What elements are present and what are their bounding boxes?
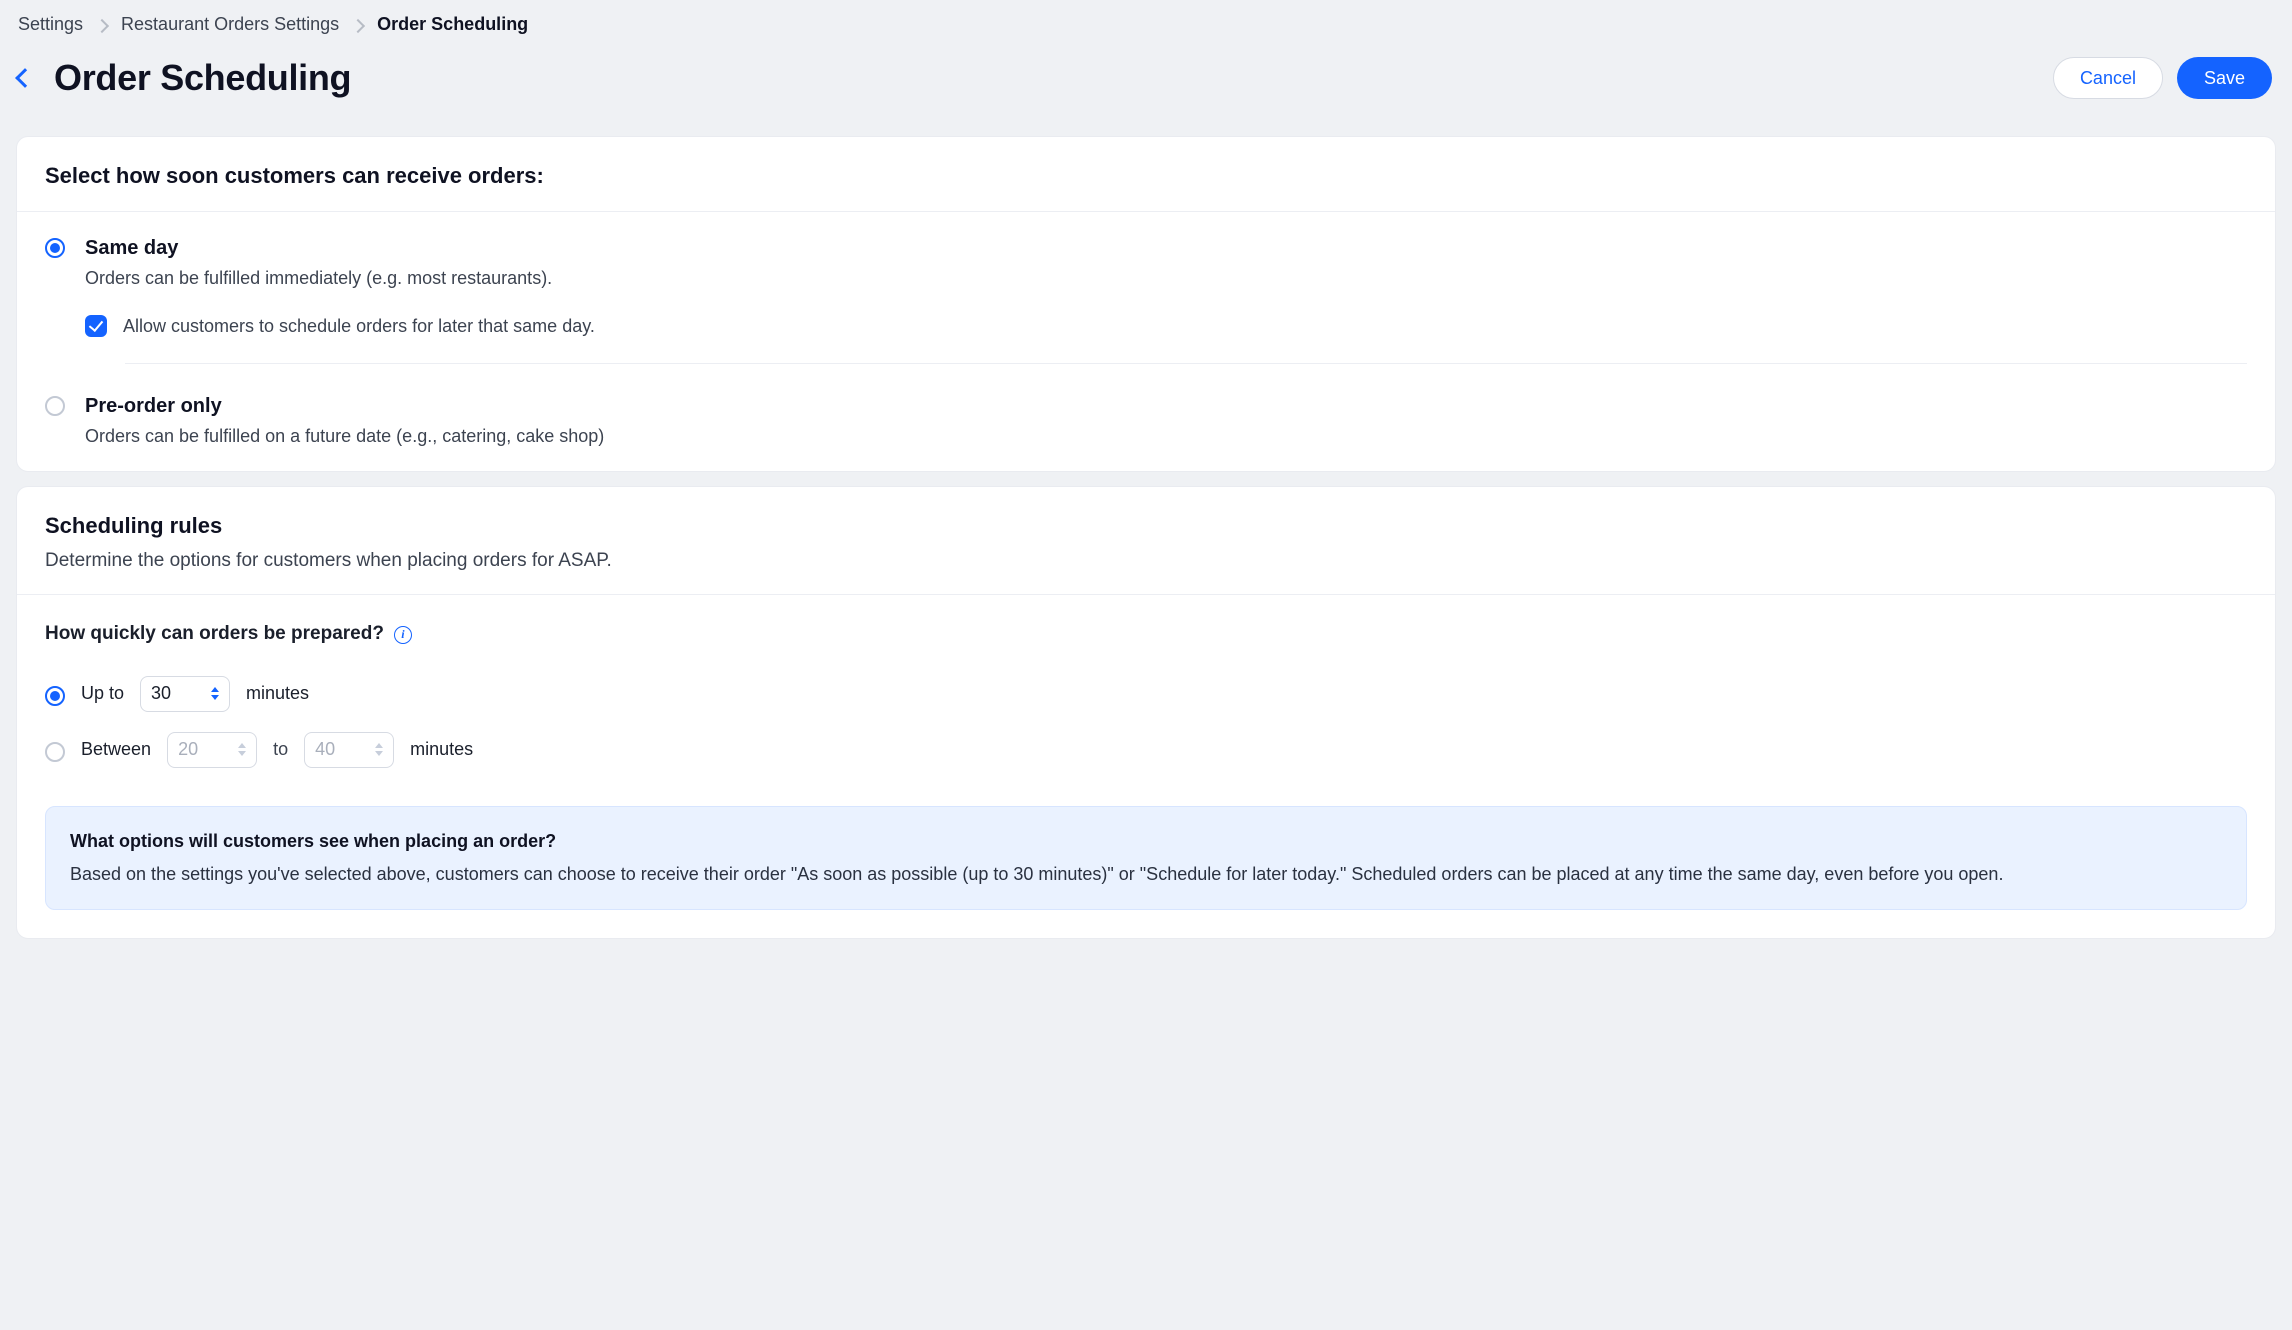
- divider: [125, 363, 2247, 364]
- label-between-prefix: Between: [81, 737, 151, 762]
- stepper-arrows-icon[interactable]: [238, 743, 246, 756]
- stepper-value: 20: [178, 737, 198, 762]
- callout-body: Based on the settings you've selected ab…: [70, 862, 2222, 887]
- option-desc: Orders can be fulfilled on a future date…: [85, 424, 2247, 449]
- radio-pre-order[interactable]: [45, 396, 65, 416]
- option-between[interactable]: Between 20 to 40 minutes: [45, 722, 2247, 778]
- stepper-between-from[interactable]: 20: [167, 732, 257, 768]
- stepper-arrows-icon[interactable]: [375, 743, 383, 756]
- option-pre-order[interactable]: Pre-order only Orders can be fulfilled o…: [17, 386, 2275, 471]
- stepper-value: 40: [315, 737, 335, 762]
- card-subtitle: Determine the options for customers when…: [45, 548, 2247, 575]
- option-up-to[interactable]: Up to 30 minutes: [45, 666, 2247, 722]
- checkbox-allow-later[interactable]: [85, 315, 107, 337]
- card-scheduling-rules: Scheduling rules Determine the options f…: [16, 486, 2276, 939]
- chevron-right-icon: [95, 19, 109, 33]
- option-same-day[interactable]: Same day Orders can be fulfilled immedia…: [17, 212, 2275, 385]
- cancel-button[interactable]: Cancel: [2053, 57, 2163, 99]
- label-up-to-suffix: minutes: [246, 681, 309, 706]
- checkbox-allow-later-label: Allow customers to schedule orders for l…: [123, 314, 595, 339]
- breadcrumb: Settings Restaurant Orders Settings Orde…: [8, 0, 2284, 51]
- page-title: Order Scheduling: [54, 53, 351, 103]
- radio-same-day[interactable]: [45, 238, 65, 258]
- save-button[interactable]: Save: [2177, 57, 2272, 99]
- callout-customer-options: What options will customers see when pla…: [45, 806, 2247, 910]
- stepper-value: 30: [151, 681, 171, 706]
- prep-time-question: How quickly can orders be prepared?: [45, 621, 384, 648]
- radio-up-to[interactable]: [45, 686, 65, 706]
- breadcrumb-settings[interactable]: Settings: [18, 12, 83, 37]
- back-icon[interactable]: [15, 68, 35, 88]
- page-header: Order Scheduling Cancel Save: [8, 51, 2284, 121]
- info-icon[interactable]: i: [394, 626, 412, 644]
- option-desc: Orders can be fulfilled immediately (e.g…: [85, 266, 2247, 291]
- card-title: Scheduling rules: [45, 511, 2247, 542]
- card-receive-timing: Select how soon customers can receive or…: [16, 136, 2276, 472]
- option-title: Pre-order only: [85, 392, 2247, 420]
- stepper-up-to-minutes[interactable]: 30: [140, 676, 230, 712]
- radio-between[interactable]: [45, 742, 65, 762]
- label-between-suffix: minutes: [410, 737, 473, 762]
- stepper-arrows-icon[interactable]: [211, 687, 219, 700]
- breadcrumb-restaurant-orders-settings[interactable]: Restaurant Orders Settings: [121, 12, 339, 37]
- label-up-to-prefix: Up to: [81, 681, 124, 706]
- card-title: Select how soon customers can receive or…: [45, 161, 2247, 192]
- chevron-right-icon: [351, 19, 365, 33]
- stepper-between-to[interactable]: 40: [304, 732, 394, 768]
- label-between-to-word: to: [273, 737, 288, 762]
- breadcrumb-current: Order Scheduling: [377, 12, 528, 37]
- callout-title: What options will customers see when pla…: [70, 829, 2222, 854]
- option-title: Same day: [85, 234, 2247, 262]
